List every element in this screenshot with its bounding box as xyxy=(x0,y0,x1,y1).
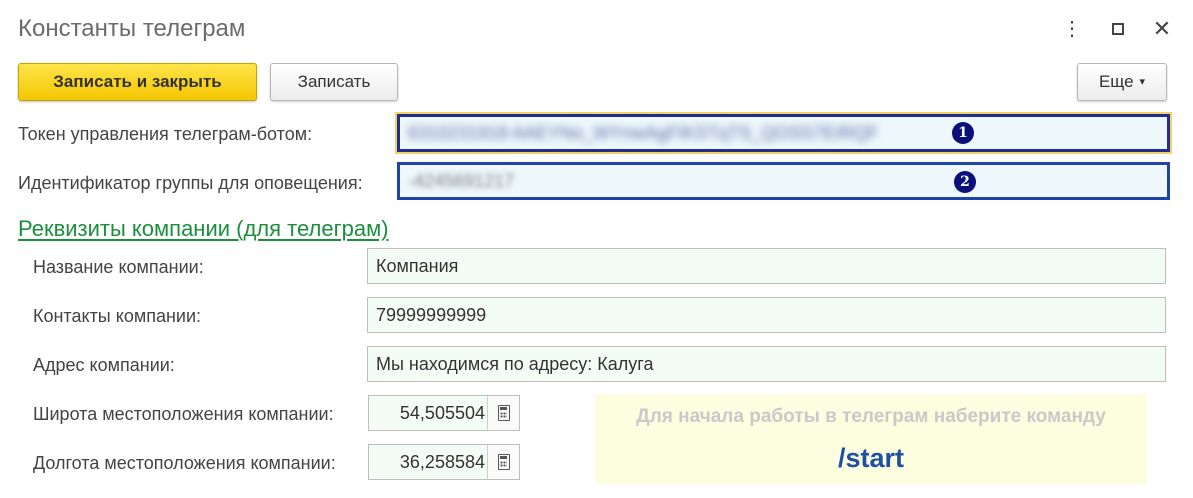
more-button-label: Еще xyxy=(1098,72,1134,91)
company-name-label: Название компании: xyxy=(33,257,204,277)
longitude-label: Долгота местоположения компании: xyxy=(33,453,336,473)
annotation-badge-1: 1 xyxy=(952,122,974,144)
more-actions-icon[interactable]: ⋮ xyxy=(1060,16,1084,42)
more-button[interactable]: Еще ▾ xyxy=(1077,63,1167,101)
company-contacts-label: Контакты компании: xyxy=(33,306,202,326)
chevron-down-icon: ▾ xyxy=(1139,76,1146,88)
company-name-input[interactable]: Компания xyxy=(367,248,1166,284)
token-label: Токен управления телеграм-ботом: xyxy=(18,124,313,144)
company-address-input[interactable]: Мы находимся по адресу: Калуга xyxy=(367,346,1166,382)
window-title: Константы телеграм xyxy=(18,15,246,42)
latitude-label: Широта местоположения компании: xyxy=(33,404,334,424)
latitude-calculator-button[interactable] xyxy=(487,396,519,430)
group-id-input[interactable]: -4245691217 xyxy=(397,162,1170,200)
start-command: /start xyxy=(837,443,905,473)
maximize-icon[interactable] xyxy=(1106,16,1130,42)
calculator-icon xyxy=(498,454,510,470)
save-button[interactable]: Записать xyxy=(270,63,398,101)
close-icon[interactable]: ✕ xyxy=(1150,16,1174,42)
latitude-input[interactable]: 54,505504 xyxy=(368,395,520,431)
token-input[interactable]: 6310231918 AAEYNo_WYnwAgFIKSTqTS_QOSS7EI… xyxy=(397,114,1170,152)
token-value: 6310231918 AAEYNo_WYnwAgFIKSTqTS_QOSS7EI… xyxy=(408,123,879,143)
start-hint-text: Для начала работы в телеграм наберите ко… xyxy=(636,406,1106,427)
company-contacts-input[interactable]: 79999999999 xyxy=(367,297,1166,333)
save-and-close-button[interactable]: Записать и закрыть xyxy=(18,63,257,101)
longitude-calculator-button[interactable] xyxy=(487,445,519,479)
longitude-input[interactable]: 36,258584 xyxy=(368,444,520,480)
company-address-label: Адрес компании: xyxy=(33,355,175,375)
group-id-value: -4245691217 xyxy=(408,171,515,191)
longitude-value: 36,258584 xyxy=(399,452,485,472)
start-hint-panel: Для начала работы в телеграм наберите ко… xyxy=(595,394,1147,484)
company-section-title[interactable]: Реквизиты компании (для телеграм) xyxy=(18,216,389,242)
annotation-badge-2: 2 xyxy=(954,171,976,193)
calculator-icon xyxy=(498,405,510,421)
latitude-value: 54,505504 xyxy=(399,403,485,423)
group-id-label: Идентификатор группы для оповещения: xyxy=(18,173,363,193)
